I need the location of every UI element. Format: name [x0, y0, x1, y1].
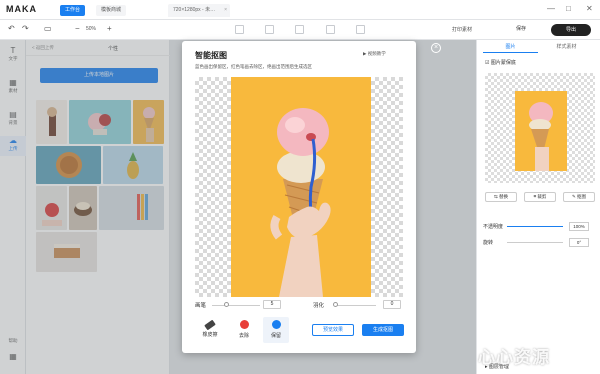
preview-button[interactable]: 预览效果: [312, 324, 354, 336]
keep-label: 保留: [270, 333, 281, 339]
video-tutorial-label: 视频教学: [367, 51, 386, 56]
keep-brush-tool[interactable]: 保留: [263, 317, 289, 343]
smart-cutout-dialog: 智能抠图 蓝色画出保留区，红色笔画去除区，绝画出范围后生成选区 ▶ 视频教学 ×: [182, 41, 441, 353]
document-tab[interactable]: 720×1280px - 未… ×: [168, 4, 230, 17]
align-center-icon[interactable]: [265, 25, 274, 34]
tab-image[interactable]: 图片: [483, 42, 538, 53]
properties-panel: 图片 样式素材 ☑ 图片蒙保底 ⇆ 替换 ⌗ 裁剪 ✎ 抠图 不透明度 100%…: [476, 40, 600, 374]
eraser-label: 橡皮擦: [202, 332, 218, 338]
crop-button[interactable]: ⌗ 裁剪: [524, 192, 556, 202]
image-mask-checkbox[interactable]: ☑ 图片蒙保底: [485, 59, 516, 66]
brush-slider-track[interactable]: [212, 305, 260, 306]
minimize-icon[interactable]: —: [547, 4, 555, 13]
title-bar: MAKA 工作台 模板商城 720×1280px - 未… × — □ ✕: [0, 0, 600, 20]
export-button[interactable]: 导出: [551, 24, 591, 36]
maximize-icon[interactable]: □: [566, 4, 571, 13]
brush-slider-handle[interactable]: [224, 302, 229, 307]
checkbox-label: 图片蒙保底: [490, 60, 516, 66]
feather-slider-handle[interactable]: [333, 302, 338, 307]
toolbar: ↶ ↷ ▭ − 50% + 打印素材 保存 导出: [0, 20, 600, 40]
redo-icon[interactable]: ↷: [22, 24, 29, 33]
rotate-slider[interactable]: [507, 242, 563, 243]
play-icon: ▶: [363, 51, 367, 56]
red-dot-icon: [239, 320, 249, 329]
brush-label: 画笔: [195, 303, 207, 309]
opacity-slider[interactable]: [507, 226, 563, 227]
replace-button[interactable]: ⇆ 替换: [485, 192, 517, 202]
close-window-icon[interactable]: ✕: [586, 4, 593, 13]
align-left-icon[interactable]: [235, 25, 244, 34]
layout-icon[interactable]: ▭: [44, 24, 52, 33]
replace-label: 替换: [499, 194, 509, 199]
feather-input[interactable]: 0: [383, 300, 401, 309]
dialog-title: 智能抠图: [195, 51, 227, 60]
align-right-icon[interactable]: [295, 25, 304, 34]
remove-brush-tool[interactable]: 去除: [233, 320, 255, 339]
close-icon[interactable]: ×: [431, 43, 441, 53]
generate-cutout-button[interactable]: 生成抠图: [362, 324, 404, 336]
blue-dot-icon: [271, 320, 281, 329]
app-logo: MAKA: [6, 4, 37, 14]
distribute-icon[interactable]: [326, 25, 335, 34]
feather-control: 羽化 0: [313, 300, 405, 310]
document-tab-label: 720×1280px - 未…: [173, 7, 216, 13]
eraser-icon: [204, 319, 216, 331]
cutout-canvas[interactable]: [195, 77, 403, 297]
replace-icon: ⇆: [493, 194, 498, 199]
cutout-icon: ✎: [571, 194, 576, 199]
save-button[interactable]: 保存: [516, 25, 526, 32]
crop-icon: ⌗: [533, 194, 537, 199]
feather-slider-track[interactable]: [334, 305, 376, 306]
cutout-button[interactable]: ✎ 抠图: [563, 192, 595, 202]
rotate-input[interactable]: 0°: [569, 238, 589, 247]
print-material-link[interactable]: 打印素材: [452, 26, 472, 33]
layer-icon[interactable]: [356, 25, 365, 34]
opacity-input[interactable]: 100%: [569, 222, 589, 231]
cutout-label: 抠图: [577, 194, 587, 199]
video-tutorial-link[interactable]: ▶ 视频教学: [363, 51, 386, 57]
brush-size-control: 画笔 5: [195, 300, 295, 310]
zoom-out-icon[interactable]: −: [75, 24, 80, 33]
feather-label: 羽化: [313, 303, 325, 309]
image-preview: [485, 73, 595, 183]
tab-template-store[interactable]: 模板商城: [96, 5, 127, 16]
undo-icon[interactable]: ↶: [8, 24, 15, 33]
crop-label: 裁剪: [537, 194, 547, 199]
zoom-level: 50%: [86, 26, 97, 32]
opacity-label: 不透明度: [483, 224, 504, 230]
eraser-tool[interactable]: 橡皮擦: [199, 319, 221, 338]
dialog-description: 蓝色画出保留区，红色笔画去除区，绝画出范围后生成选区: [195, 64, 312, 69]
icecream-photo: [231, 77, 371, 297]
tab-workbench[interactable]: 工作台: [60, 5, 86, 16]
tab-style-material[interactable]: 样式素材: [539, 42, 594, 53]
close-tab-icon[interactable]: ×: [224, 4, 227, 17]
zoom-in-icon[interactable]: +: [107, 24, 112, 33]
remove-label: 去除: [238, 333, 249, 339]
rotate-label: 旋转: [483, 240, 494, 246]
watermark: 心心资源: [478, 348, 550, 368]
brush-size-input[interactable]: 5: [263, 300, 281, 309]
checkbox-icon: ☑: [485, 60, 490, 66]
